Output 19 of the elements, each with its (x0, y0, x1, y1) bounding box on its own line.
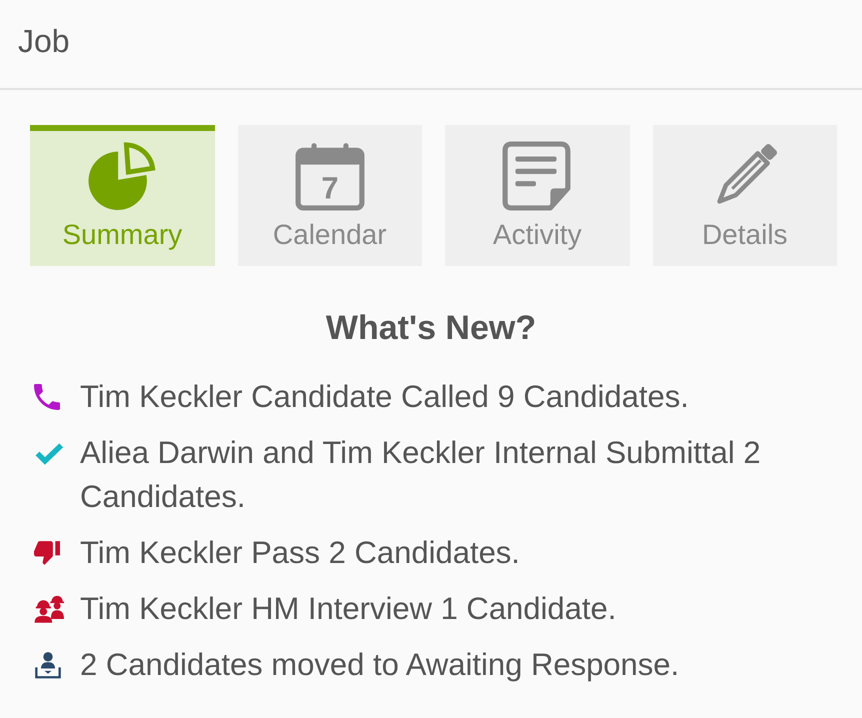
two-workers-icon (34, 595, 64, 623)
section-heading: What's New? (324, 308, 538, 348)
checkmark-icon (34, 442, 64, 464)
phone-icon (34, 384, 60, 410)
person-tray-icon (34, 651, 62, 679)
page-title: Job (18, 22, 70, 60)
document-icon (501, 140, 574, 212)
tab[interactable]: Details (652, 125, 837, 266)
activity-text: Tim Keckler Pass 2 Candidates. (80, 534, 520, 572)
calendar-date: 7 (321, 170, 338, 206)
tab[interactable]: Activity (445, 125, 630, 266)
activity-text: 2 Candidates moved to Awaiting Response. (80, 646, 680, 684)
activity-text: Tim Keckler Candidate Called 9 Candidates. (80, 378, 689, 416)
activity-text: Tim Keckler HM Interview 1 Candidate. (80, 590, 616, 628)
activity-text: Aliea Darwin and Tim Keckler Internal Submittal 2 Candidates. (80, 434, 762, 516)
pie-chart-icon (86, 140, 158, 212)
tab[interactable]: Summary (30, 125, 214, 266)
tab[interactable]: 7 Calendar (238, 125, 422, 266)
thumbs-down-icon (34, 541, 60, 565)
